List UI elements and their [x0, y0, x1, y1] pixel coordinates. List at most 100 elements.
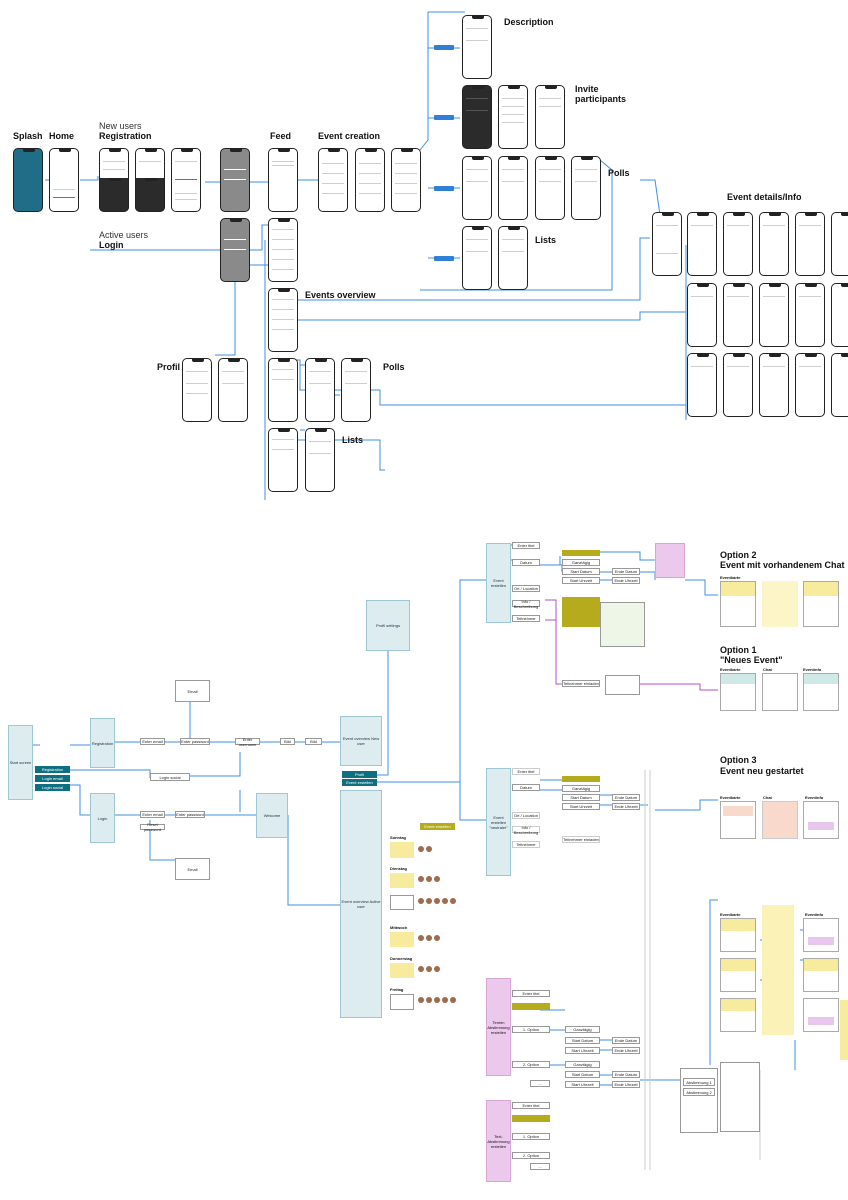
- node-enter-email-2: Enter email: [140, 811, 165, 818]
- phone-details-r1-5: [831, 212, 848, 276]
- option1-card-1: [720, 673, 756, 711]
- field-teilnehmer: Teilnehmer: [512, 615, 540, 622]
- phone-details-r3-1: [687, 353, 717, 417]
- day-mittwoch: Mittwoch: [390, 925, 408, 930]
- phone-feed: [268, 148, 298, 212]
- avatar: [418, 876, 424, 882]
- avatar: [450, 898, 456, 904]
- option2-chat-bg: [762, 581, 798, 627]
- field-ganztaegig-4: Ganztägig: [565, 1061, 600, 1068]
- avatar: [426, 935, 432, 941]
- flow-diagram-canvas: Splash Home New users Registration Activ…: [0, 0, 848, 1200]
- keyboard-2: [135, 178, 165, 212]
- participants-grid: [600, 602, 645, 647]
- field-start-uhrzeit-4: Start Uhrzeit: [565, 1081, 600, 1088]
- event-overview-new-text: Event overview New user: [342, 736, 380, 746]
- option2-card-3: [803, 581, 839, 627]
- field-datum-2: Datum: [512, 784, 540, 791]
- node-email-bottom: Email: [175, 858, 210, 880]
- field-dots-2: ...: [530, 1163, 550, 1170]
- registration-text: Registration: [91, 740, 114, 746]
- login-text: Login: [97, 815, 108, 821]
- event-erstellen-neutral-text: Event erstellen "neutraler": [489, 814, 508, 830]
- option3-sub: Event neu gestartet: [720, 766, 804, 776]
- label-login: Login: [99, 240, 124, 250]
- phone-details-r3-5: [831, 353, 848, 417]
- invite-box: [605, 675, 640, 695]
- option2-eventkarte: Eventkarte: [720, 575, 741, 580]
- btn-event-erstellen-2[interactable]: Event erstellen: [420, 823, 455, 830]
- phone-registration-4: [220, 148, 250, 212]
- avatar: [418, 966, 424, 972]
- phone-event-creation-1: [318, 148, 348, 212]
- field-ende-uhrzeit-2: Ende Uhrzeit: [612, 803, 640, 810]
- olive-tag-4: [512, 1115, 550, 1122]
- phone-lists-1: [462, 226, 492, 290]
- node-event-erstellen: Event erstellen: [486, 543, 511, 623]
- abstimmung-2: Abstimmung 2: [683, 1088, 715, 1096]
- btn-login-email[interactable]: Login email: [35, 775, 70, 782]
- option3-eventkarte: Eventkarte: [720, 795, 741, 800]
- node-welcome: Welcome: [256, 793, 288, 838]
- phone-profil-1: [182, 358, 212, 422]
- phone-events-overview: [268, 288, 298, 352]
- field-option2-b: 2. Option: [512, 1152, 550, 1159]
- btn-event-erstellen[interactable]: Event erstellen: [342, 779, 377, 786]
- avatar: [426, 846, 432, 852]
- option3-card-1: [720, 801, 756, 839]
- phone-details-r2-1: [687, 283, 717, 347]
- field-start-uhrzeit-2: Start Uhrzeit: [562, 803, 600, 810]
- text-abstimmung-text: Text-Abstimmung erstellen: [487, 1133, 510, 1149]
- phone-details-r3-3: [759, 353, 789, 417]
- btn-profil[interactable]: Profil: [342, 771, 377, 778]
- option1-card-3: [803, 673, 839, 711]
- avatar: [450, 997, 456, 1003]
- field-teilnehmer-einladen: Teilnehmer einladen: [562, 680, 600, 687]
- label-invite-participants: Invite participants: [575, 84, 627, 104]
- phone-details-r1-1: [687, 212, 717, 276]
- avatar: [434, 935, 440, 941]
- label-registration: Registration: [99, 131, 152, 141]
- field-dots: ...: [530, 1080, 550, 1087]
- phone-invite-3: [535, 85, 565, 149]
- avatar: [418, 935, 424, 941]
- avatar: [418, 898, 424, 904]
- option1-eventinfo: Eventinfo: [803, 667, 822, 672]
- btn-registration[interactable]: Registration: [35, 766, 70, 773]
- option3-eventinfo: Eventinfo: [805, 795, 824, 800]
- olive-note-teilnehmer: [562, 597, 600, 627]
- field-ende-datum: Ende Datum: [612, 568, 640, 575]
- node-reset-password: Reset password: [140, 822, 165, 832]
- field-datum: Datum: [512, 559, 540, 566]
- lower-card-3: [720, 998, 756, 1032]
- option2-card-1: [720, 581, 756, 627]
- phone-polls-l2: [341, 358, 371, 422]
- label-profil: Profil: [157, 362, 181, 372]
- lower-chat-column: [762, 905, 794, 1035]
- phone-polls-1: [462, 156, 492, 220]
- node-profil-settings: Profil settings: [366, 600, 410, 651]
- field-start-datum: Start Datum: [562, 568, 600, 575]
- avatar: [434, 876, 440, 882]
- event-erstellen-text: Event erstellen: [490, 578, 507, 588]
- field-info: Info / Beschreibung: [512, 598, 540, 609]
- keyboard-1: [99, 178, 129, 212]
- phone-details-r2-3: [759, 283, 789, 347]
- tag-lists: [434, 256, 454, 261]
- field-ende-datum-3: Ende Datum: [612, 1037, 640, 1044]
- label-description: Description: [504, 17, 554, 27]
- label-lists-right: Lists: [535, 235, 557, 245]
- node-login: Login: [90, 793, 115, 843]
- option1-card-2: [762, 673, 798, 711]
- avatar: [434, 966, 440, 972]
- label-active-users: Active users: [99, 230, 149, 240]
- welcome-text: Welcome: [263, 813, 281, 818]
- phone-feed-lists: [268, 428, 298, 492]
- day-freitag: Freitag: [390, 987, 404, 992]
- label-events-overview: Events overview: [305, 290, 376, 300]
- btn-login-social[interactable]: Login social: [35, 784, 70, 791]
- field-ganztaegig-2: Ganztägig: [562, 785, 600, 792]
- phone-registration-3: [171, 148, 201, 212]
- day-sonntag: Sonntag: [390, 835, 406, 840]
- event-card-mittwoch: [390, 932, 414, 947]
